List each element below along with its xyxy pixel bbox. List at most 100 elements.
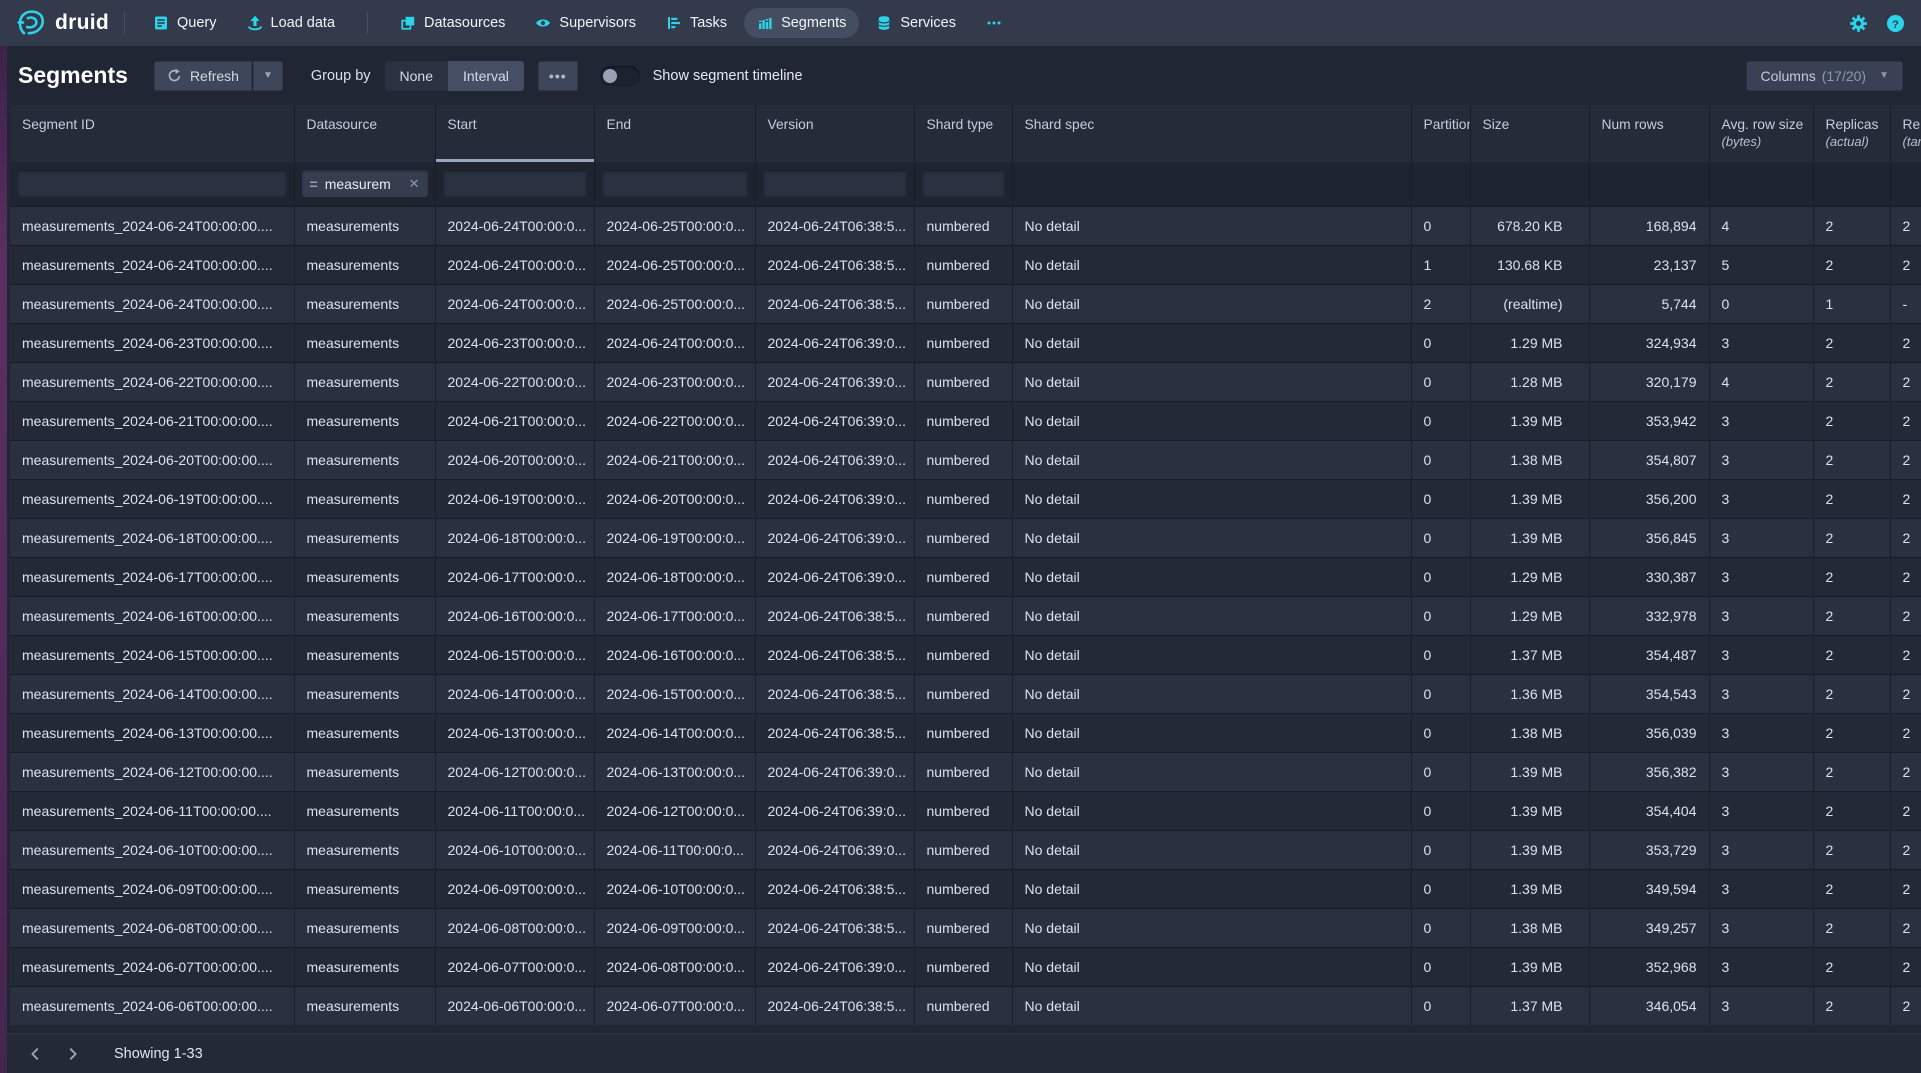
cell-shard-spec[interactable]: No detail [1012, 986, 1411, 1025]
cell-start[interactable]: 2024-06-08T00:00:0... [435, 908, 594, 947]
cell-size[interactable]: 1.39 MB [1470, 518, 1589, 557]
cell-avg-row-size[interactable]: 5 [1709, 245, 1813, 284]
cell-num-rows[interactable]: 356,845 [1589, 518, 1709, 557]
previous-page-button[interactable] [20, 1039, 50, 1069]
cell-version[interactable]: 2024-06-24T06:39:0... [755, 557, 914, 596]
filter-input-version[interactable] [763, 170, 907, 197]
cell-shard-spec[interactable]: No detail [1012, 908, 1411, 947]
cell-replication-factor[interactable]: 2 [1890, 206, 1921, 245]
cell-replication-factor[interactable]: - [1890, 284, 1921, 323]
cell-num-rows[interactable]: 354,487 [1589, 635, 1709, 674]
cell-partition[interactable]: 1 [1411, 245, 1470, 284]
header-cell-replication-factor[interactable]: Replication factor(target) [1890, 105, 1921, 162]
cell-replicas[interactable]: 2 [1813, 362, 1890, 401]
cell-datasource[interactable]: measurements [294, 908, 435, 947]
cell-shard-spec[interactable]: No detail [1012, 401, 1411, 440]
cell-partition[interactable]: 0 [1411, 986, 1470, 1025]
cell-avg-row-size[interactable]: 3 [1709, 986, 1813, 1025]
cell-datasource[interactable]: measurements [294, 245, 435, 284]
nav-item-load-data[interactable]: Load data [234, 8, 349, 38]
cell-shard-spec[interactable]: No detail [1012, 791, 1411, 830]
cell-segment-id[interactable]: measurements_2024-06-09T00:00:00.... [10, 869, 294, 908]
header-cell-datasource[interactable]: Datasource [294, 105, 435, 162]
cell-shard-spec[interactable]: No detail [1012, 284, 1411, 323]
cell-datasource[interactable]: measurements [294, 947, 435, 986]
cell-datasource[interactable]: measurements [294, 401, 435, 440]
cell-avg-row-size[interactable]: 3 [1709, 479, 1813, 518]
cell-replicas[interactable]: 2 [1813, 518, 1890, 557]
cell-version[interactable]: 2024-06-24T06:38:5... [755, 245, 914, 284]
cell-replication-factor[interactable]: 2 [1890, 245, 1921, 284]
cell-start[interactable]: 2024-06-11T00:00:0... [435, 791, 594, 830]
cell-shard-type[interactable]: numbered [914, 791, 1012, 830]
cell-end[interactable]: 2024-06-24T00:00:0... [594, 323, 755, 362]
cell-size[interactable]: 1.39 MB [1470, 479, 1589, 518]
cell-replication-factor[interactable]: 2 [1890, 947, 1921, 986]
cell-shard-type[interactable]: numbered [914, 284, 1012, 323]
cell-replication-factor[interactable]: 2 [1890, 635, 1921, 674]
cell-shard-spec[interactable]: No detail [1012, 674, 1411, 713]
cell-partition[interactable]: 0 [1411, 401, 1470, 440]
cell-segment-id[interactable]: measurements_2024-06-24T00:00:00.... [10, 245, 294, 284]
cell-size[interactable]: 130.68 KB [1470, 245, 1589, 284]
cell-end[interactable]: 2024-06-07T00:00:0... [594, 986, 755, 1025]
cell-start[interactable]: 2024-06-10T00:00:0... [435, 830, 594, 869]
cell-replicas[interactable]: 2 [1813, 908, 1890, 947]
cell-end[interactable]: 2024-06-10T00:00:0... [594, 869, 755, 908]
refresh-button[interactable]: Refresh [154, 61, 252, 91]
cell-partition[interactable]: 0 [1411, 752, 1470, 791]
cell-datasource[interactable]: measurements [294, 323, 435, 362]
header-cell-replicas[interactable]: Replicas(actual) [1813, 105, 1890, 162]
cell-shard-type[interactable]: numbered [914, 986, 1012, 1025]
cell-num-rows[interactable]: 353,729 [1589, 830, 1709, 869]
cell-avg-row-size[interactable]: 4 [1709, 362, 1813, 401]
cell-segment-id[interactable]: measurements_2024-06-21T00:00:00.... [10, 401, 294, 440]
cell-shard-spec[interactable]: No detail [1012, 830, 1411, 869]
cell-version[interactable]: 2024-06-24T06:38:5... [755, 908, 914, 947]
cell-partition[interactable]: 0 [1411, 362, 1470, 401]
cell-version[interactable]: 2024-06-24T06:39:0... [755, 401, 914, 440]
cell-end[interactable]: 2024-06-18T00:00:0... [594, 557, 755, 596]
cell-replicas[interactable]: 2 [1813, 830, 1890, 869]
more-options-button[interactable]: ••• [538, 61, 578, 91]
cell-avg-row-size[interactable]: 3 [1709, 674, 1813, 713]
cell-segment-id[interactable]: measurements_2024-06-14T00:00:00.... [10, 674, 294, 713]
cell-shard-spec[interactable]: No detail [1012, 440, 1411, 479]
cell-segment-id[interactable]: measurements_2024-06-23T00:00:00.... [10, 323, 294, 362]
cell-num-rows[interactable]: 168,894 [1589, 206, 1709, 245]
cell-shard-type[interactable]: numbered [914, 518, 1012, 557]
cell-replication-factor[interactable]: 2 [1890, 986, 1921, 1025]
cell-size[interactable]: 1.29 MB [1470, 323, 1589, 362]
cell-start[interactable]: 2024-06-16T00:00:0... [435, 596, 594, 635]
cell-shard-type[interactable]: numbered [914, 440, 1012, 479]
cell-segment-id[interactable]: measurements_2024-06-17T00:00:00.... [10, 557, 294, 596]
cell-replicas[interactable]: 2 [1813, 206, 1890, 245]
cell-avg-row-size[interactable]: 3 [1709, 830, 1813, 869]
cell-version[interactable]: 2024-06-24T06:39:0... [755, 752, 914, 791]
cell-num-rows[interactable]: 320,179 [1589, 362, 1709, 401]
cell-partition[interactable]: 0 [1411, 908, 1470, 947]
cell-shard-spec[interactable]: No detail [1012, 518, 1411, 557]
cell-num-rows[interactable]: 5,744 [1589, 284, 1709, 323]
cell-start[interactable]: 2024-06-24T00:00:0... [435, 206, 594, 245]
cell-segment-id[interactable]: measurements_2024-06-07T00:00:00.... [10, 947, 294, 986]
header-cell-end[interactable]: End [594, 105, 755, 162]
cell-partition[interactable]: 0 [1411, 206, 1470, 245]
cell-avg-row-size[interactable]: 3 [1709, 791, 1813, 830]
cell-datasource[interactable]: measurements [294, 791, 435, 830]
cell-shard-spec[interactable]: No detail [1012, 557, 1411, 596]
cell-version[interactable]: 2024-06-24T06:39:0... [755, 440, 914, 479]
cell-num-rows[interactable]: 332,978 [1589, 596, 1709, 635]
cell-shard-spec[interactable]: No detail [1012, 245, 1411, 284]
header-cell-start[interactable]: Start [435, 105, 594, 162]
cell-start[interactable]: 2024-06-06T00:00:0... [435, 986, 594, 1025]
cell-end[interactable]: 2024-06-25T00:00:0... [594, 284, 755, 323]
cell-end[interactable]: 2024-06-14T00:00:0... [594, 713, 755, 752]
cell-datasource[interactable]: measurements [294, 518, 435, 557]
cell-start[interactable]: 2024-06-09T00:00:0... [435, 869, 594, 908]
cell-start[interactable]: 2024-06-23T00:00:0... [435, 323, 594, 362]
cell-replicas[interactable]: 2 [1813, 557, 1890, 596]
cell-num-rows[interactable]: 324,934 [1589, 323, 1709, 362]
cell-avg-row-size[interactable]: 3 [1709, 908, 1813, 947]
nav-item-datasources[interactable]: Datasources [387, 8, 518, 38]
